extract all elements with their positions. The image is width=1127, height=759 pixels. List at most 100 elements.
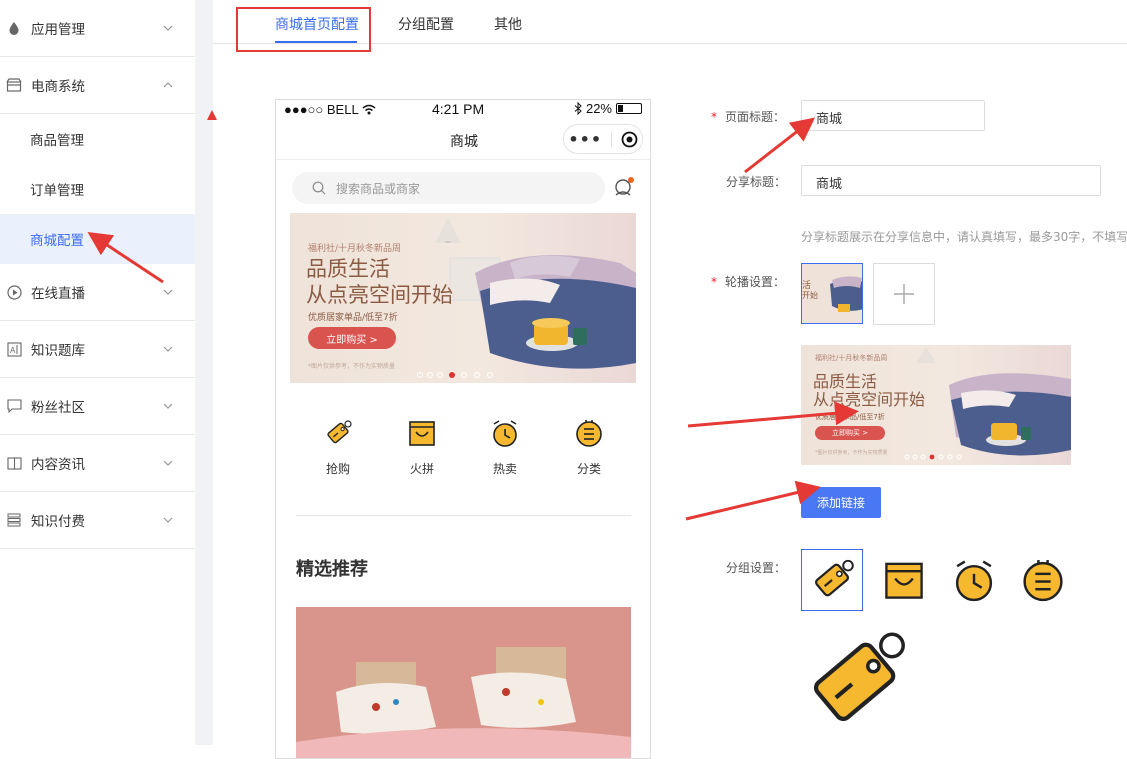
section-title-featured: 精选推荐 <box>296 559 368 580</box>
banner-title-1: 品质生活 <box>306 257 390 281</box>
banner-footnote: *图片仅供参考，不作为实物质量 <box>308 363 396 370</box>
search-input[interactable]: 搜索商品或商家 <box>292 172 605 204</box>
sidebar-item-order-management[interactable]: 订单管理 <box>0 164 195 214</box>
sidebar-group-label: 电商系统 <box>31 79 85 95</box>
chevron-down-icon <box>163 517 173 523</box>
alarm-icon <box>955 560 993 602</box>
search-icon <box>312 181 326 195</box>
preview-banner-tag: 福利社/十月秋冬新品周 <box>815 354 888 362</box>
category-classify[interactable]: 分类 <box>559 418 619 477</box>
add-link-button[interactable]: 添加链接 <box>801 487 881 518</box>
sidebar-group-label: 内容资讯 <box>31 457 85 473</box>
menu-list-icon <box>576 420 602 447</box>
sidebar-group-app-management[interactable]: 应用管理 <box>0 0 195 57</box>
sidebar-group-fans-community[interactable]: 粉丝社区 <box>0 378 195 435</box>
more-dots-icon[interactable]: ••• <box>568 130 602 149</box>
svg-text:A: A <box>10 346 16 355</box>
group-settings-label: 分组设置： <box>726 561 787 575</box>
chevron-down-icon <box>163 460 173 466</box>
group-icon-box[interactable] <box>873 549 935 611</box>
required-asterisk: * <box>711 110 717 124</box>
carousel-preview: 福利社/十月秋冬新品周 品质生活 从点亮空间开始 优质居家单品/低至7折 立即购… <box>801 345 1071 465</box>
chevron-down-icon <box>163 25 173 31</box>
tab-other[interactable]: 其他 <box>494 14 522 34</box>
share-title-label: 分享标题： <box>726 175 787 189</box>
group-icon-alarm[interactable] <box>943 549 1005 611</box>
tag-icon <box>814 559 854 597</box>
banner-carousel[interactable]: 福利社/十月秋冬新品周 品质生活 从点亮空间开始 优质居家单品/低至7折 立即购… <box>290 213 636 383</box>
preview-banner-subtitle: 优质居家单品/低至7折 <box>815 413 885 421</box>
carrier-signal: ●●●○○ BELL <box>284 102 376 117</box>
sidebar-group-content-news[interactable]: 内容资讯 <box>0 435 195 492</box>
annotation-arrow-title <box>744 117 816 174</box>
exam-icon: A <box>6 341 22 357</box>
phone-status-bar: ●●●○○ BELL 4:21 PM 22% <box>276 100 650 120</box>
sidebar-item-product-management[interactable]: 商品管理 <box>0 114 195 164</box>
section-divider <box>296 515 631 516</box>
page-title-label-text: 页面标题： <box>725 110 786 124</box>
tag-icon <box>327 420 352 444</box>
navbar-divider <box>276 159 650 160</box>
category-label: 抢购 <box>325 462 350 476</box>
menu-list-icon <box>1023 560 1063 602</box>
annotation-arrow-add-link <box>685 480 821 521</box>
alarm-icon <box>493 420 517 447</box>
battery-icon <box>616 103 642 114</box>
battery-status: 22% <box>574 101 642 116</box>
banner-title-2: 从点亮空间开始 <box>306 283 453 307</box>
category-flash-sale[interactable]: 抢购 <box>308 418 368 477</box>
wifi-icon <box>362 104 376 115</box>
share-title-hint: 分享标题展示在分享信息中，请认真填写，最多30字，不填写 <box>801 230 1127 244</box>
featured-product-image[interactable] <box>296 607 631 758</box>
preview-banner-button: 立即购买 > <box>815 426 885 440</box>
bluetooth-icon <box>574 102 582 115</box>
category-label: 分类 <box>576 462 601 476</box>
chevron-down-icon <box>163 403 173 409</box>
chevron-down-icon <box>163 346 173 352</box>
add-carousel-button[interactable] <box>873 263 935 325</box>
page-title-label: * 页面标题： <box>711 108 785 125</box>
mini-program-capsule[interactable]: ••• <box>563 124 643 154</box>
chevron-down-icon <box>163 289 173 295</box>
banner-buy-button[interactable]: 立即购买 > <box>308 327 396 349</box>
group-icon-tag-selected[interactable] <box>801 549 863 611</box>
preview-banner-footnote: *图片仅供参考，不作为实物质量 <box>815 450 888 456</box>
sidebar-item-mall-config[interactable]: 商城配置 <box>0 214 195 264</box>
category-hot-sale[interactable]: 热卖 <box>475 418 535 477</box>
banner-tag: 福利社/十月秋冬新品周 <box>308 244 402 254</box>
plus-icon <box>894 284 914 304</box>
sidebar-group-ecommerce[interactable]: 电商系统 <box>0 57 195 114</box>
status-time: 4:21 PM <box>432 101 485 117</box>
tab-group-config[interactable]: 分组配置 <box>398 14 454 34</box>
category-label: 热卖 <box>492 462 517 476</box>
sidebar-divider <box>195 0 213 745</box>
customer-service-icon[interactable] <box>612 176 636 200</box>
drop-icon <box>6 20 22 36</box>
carousel-label-text: 轮播设置： <box>725 275 786 289</box>
carousel-thumbnail[interactable]: 活 开始 <box>801 263 863 324</box>
share-title-input[interactable]: 商城 <box>801 165 1101 196</box>
capsule-separator <box>610 131 612 147</box>
sidebar: 应用管理 电商系统 商品管理 订单管理 商城配置 在线直播 A 知识题库 粉丝社… <box>0 0 195 745</box>
shop-icon <box>6 77 22 93</box>
group-icon-menu[interactable] <box>1012 549 1074 611</box>
preview-banner-title-2: 从点亮空间开始 <box>813 390 926 409</box>
battery-percent: 22% <box>585 101 612 116</box>
chat-icon <box>6 398 22 414</box>
box-icon <box>409 421 435 446</box>
category-label: 火拼 <box>409 462 434 476</box>
category-group-buy[interactable]: 火拼 <box>392 418 452 477</box>
sidebar-group-label: 应用管理 <box>31 22 85 38</box>
sidebar-group-label: 粉丝社区 <box>31 400 85 416</box>
page-title-input[interactable]: 商城 <box>801 100 985 131</box>
chevron-up-icon <box>163 82 173 88</box>
sidebar-group-paid-knowledge[interactable]: 知识付费 <box>0 492 195 549</box>
close-target-icon[interactable] <box>621 131 638 148</box>
box-icon <box>885 562 923 599</box>
sidebar-group-live[interactable]: 在线直播 <box>0 264 195 321</box>
required-asterisk: * <box>711 275 717 289</box>
svg-text:开始: 开始 <box>802 290 818 300</box>
sidebar-group-label: 知识题库 <box>31 343 85 359</box>
carousel-label: * 轮播设置： <box>711 273 785 290</box>
sidebar-group-question-bank[interactable]: A 知识题库 <box>0 321 195 378</box>
